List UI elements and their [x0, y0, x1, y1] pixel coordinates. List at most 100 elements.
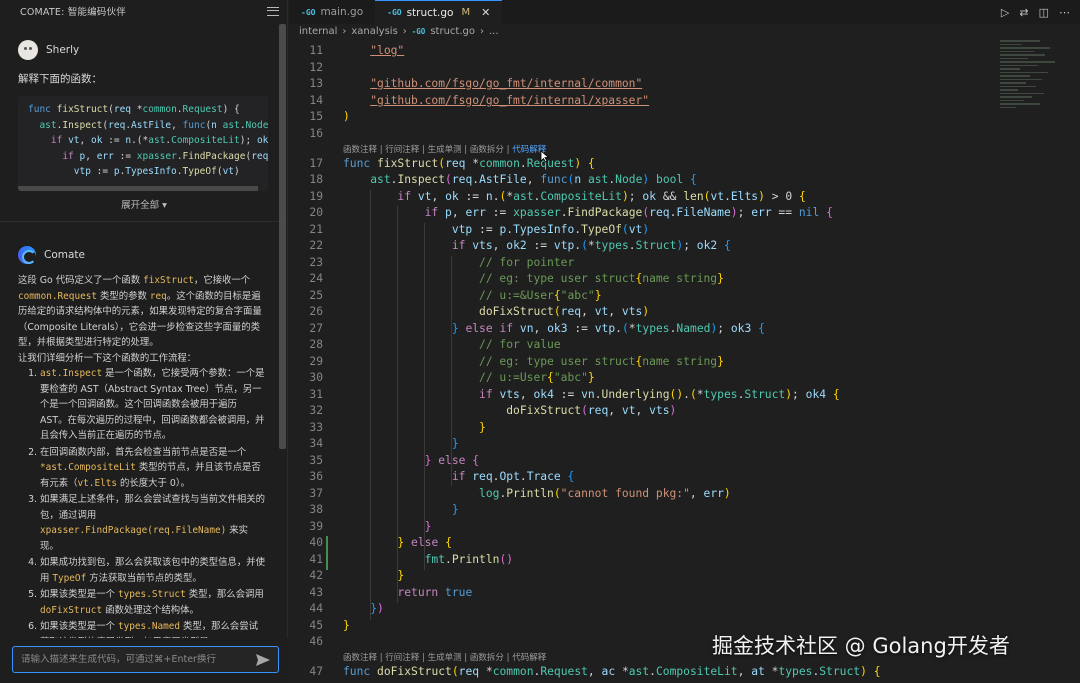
codelens-separator: | — [461, 145, 470, 155]
code-line: } — [451, 437, 459, 450]
codelens-split-function[interactable]: 函数拆分 — [470, 653, 504, 663]
go-file-icon: -GO — [387, 8, 402, 17]
line-number: 41 — [309, 553, 323, 566]
bot-answer: 这段 Go 代码定义了一个函数 fixStruct，它接收一个 common.R… — [18, 273, 266, 651]
breadcrumb-item[interactable]: ... — [489, 26, 499, 37]
code-line: func doFixStruct(req *common.Request, ac… — [343, 665, 881, 678]
user-question: 解释下面的函数： — [18, 73, 102, 85]
inline-code: TypeOf — [52, 572, 87, 584]
code-line: // eg: type user struct{name string} — [479, 355, 724, 368]
breadcrumb-item[interactable]: internal — [299, 26, 337, 37]
answer-text: 如果满足上述条件，那么会尝试查找与当前文件相关的包，通过调用 — [40, 494, 266, 521]
tab-label: struct.go — [406, 6, 454, 19]
inline-code: types.Named — [117, 621, 181, 632]
expand-all-button[interactable]: 展开全部 ▾ — [0, 197, 288, 211]
code-line: fmt.Println() — [424, 553, 514, 566]
send-icon[interactable] — [256, 653, 270, 666]
line-number: 32 — [309, 404, 323, 417]
minimap[interactable] — [1000, 40, 1060, 150]
line-number: 27 — [309, 322, 323, 335]
answer-text: 在回调函数内部，首先会检查当前节点是否是一个 — [40, 446, 247, 458]
snippet-line: ast.Inspect(req.AstFile, func(n ast.Node — [39, 119, 268, 131]
close-tab-icon[interactable]: ✕ — [481, 6, 490, 19]
line-number: 43 — [309, 586, 323, 599]
codelens-function-comment[interactable]: 函数注释 — [343, 653, 377, 663]
code-line: if vts, ok4 := vn.Underlying().(*types.S… — [479, 388, 840, 401]
inline-code: xpasser.FindPackage(req.FileName) — [40, 525, 227, 536]
run-icon[interactable]: ▷ — [1001, 6, 1009, 19]
code-line: } — [397, 569, 405, 582]
code-snippet-preview: func fixStruct(req *common.Request) { as… — [18, 96, 268, 191]
chevron-right-icon: › — [342, 26, 347, 37]
codelens-explain-code[interactable]: 代码解释 — [512, 653, 546, 663]
snippet-line: if vt, ok := n.(*ast.CompositeLit); ok — [50, 135, 268, 146]
codelens-generate-test[interactable]: 生成单测 — [428, 653, 462, 663]
answer-step: 如果该类型是一个 types.Struct 类型，那么会调用 doFixStru… — [40, 587, 266, 618]
answer-text: 的长度大于 0）。 — [117, 477, 190, 489]
user-message-header: Sherly — [18, 40, 79, 60]
line-number: 28 — [309, 338, 323, 351]
line-number: 30 — [309, 371, 323, 384]
line-number: 24 — [309, 272, 323, 285]
panel-title: COMATE: 智能编码伙伴 — [20, 7, 126, 18]
line-number: 47 — [309, 665, 323, 678]
answer-text: ，它接收一个 — [193, 275, 251, 286]
bot-name: Comate — [44, 249, 85, 261]
snippet-line: if p, err := xpasser.FindPackage(req — [62, 150, 268, 162]
line-number: 19 — [309, 190, 323, 203]
snippet-line: func fixStruct(req *common.Request) { — [28, 104, 240, 115]
tab-main-go[interactable]: -GO main.go — [289, 0, 375, 24]
line-number: 22 — [309, 239, 323, 252]
menu-icon[interactable] — [267, 6, 279, 16]
code-line: if req.Opt.Trace { — [451, 470, 575, 483]
panel-scrollbar[interactable] — [279, 24, 286, 449]
codelens-split-function[interactable]: 函数拆分 — [470, 145, 504, 155]
split-editor-icon[interactable]: ◫ — [1039, 6, 1049, 19]
answer-lead: 让我们详细分析一下这个函数的工作流程： — [18, 352, 197, 364]
code-line: } — [479, 421, 486, 434]
codelens-separator: | — [503, 145, 513, 155]
codelens-inline-comment[interactable]: 行间注释 — [385, 145, 419, 155]
line-number: 34 — [309, 437, 323, 450]
code-line: } else { — [397, 536, 452, 549]
code-line: doFixStruct(req, vt, vts) — [479, 305, 650, 318]
answer-text: 如果该类型是一个 — [40, 621, 118, 632]
line-number: 35 — [309, 454, 323, 467]
code-line: if p, err := xpasser.FindPackage(req.Fil… — [424, 206, 833, 219]
prompt-input-box[interactable] — [12, 646, 279, 673]
inline-code: req — [149, 290, 167, 302]
answer-text: 这段 Go 代码定义了一个函数 — [18, 275, 144, 286]
modified-indicator: M — [461, 7, 471, 18]
code-line: return true — [397, 586, 473, 599]
code-line: // u:=User{"abc"} — [479, 371, 595, 384]
answer-text: 类型的参数 — [97, 290, 150, 302]
go-file-icon: -GO — [301, 7, 316, 17]
code-editor[interactable]: 11 12 13 14 15 16 17 18 19 20 21 22 23 2… — [289, 42, 989, 683]
inline-code: fixStruct — [143, 275, 194, 286]
inline-code: types.Struct — [117, 589, 186, 600]
tab-struct-go[interactable]: -GO struct.go M ✕ — [375, 0, 503, 24]
line-number: 42 — [309, 569, 323, 582]
code-line: if vt, ok := n.(*ast.CompositeLit); ok &… — [397, 190, 806, 203]
line-number: 20 — [309, 206, 323, 219]
line-number: 21 — [309, 223, 323, 236]
prompt-input[interactable] — [21, 654, 256, 665]
line-number: 45 — [309, 619, 323, 632]
chevron-right-icon: › — [402, 26, 407, 37]
breadcrumb-item[interactable]: xanalysis — [351, 26, 397, 37]
codelens-separator: | — [461, 653, 470, 663]
codelens-generate-test[interactable]: 生成单测 — [428, 145, 462, 155]
more-actions-icon[interactable]: ⋯ — [1059, 6, 1070, 19]
snippet-scrollbar[interactable] — [18, 186, 258, 191]
code-line: log.Println("cannot found pkg:", err) — [479, 487, 731, 500]
user-avatar — [18, 40, 38, 60]
breadcrumb-item[interactable]: struct.go — [430, 26, 475, 37]
inline-code: vt.Elts — [77, 477, 118, 489]
answer-step: 如果成功找到包，那么会获取该包中的类型信息，并使用 TypeOf 方法获取当前节… — [40, 555, 266, 586]
line-number: 38 — [309, 503, 323, 516]
codelens-inline-comment[interactable]: 行间注释 — [385, 653, 419, 663]
codelens-function-comment[interactable]: 函数注释 — [343, 145, 377, 155]
mouse-pointer-icon — [540, 148, 550, 167]
answer-text: 方法获取当前节点的类型。 — [86, 572, 202, 584]
source-control-compare-icon[interactable]: ⇄ — [1019, 6, 1028, 19]
